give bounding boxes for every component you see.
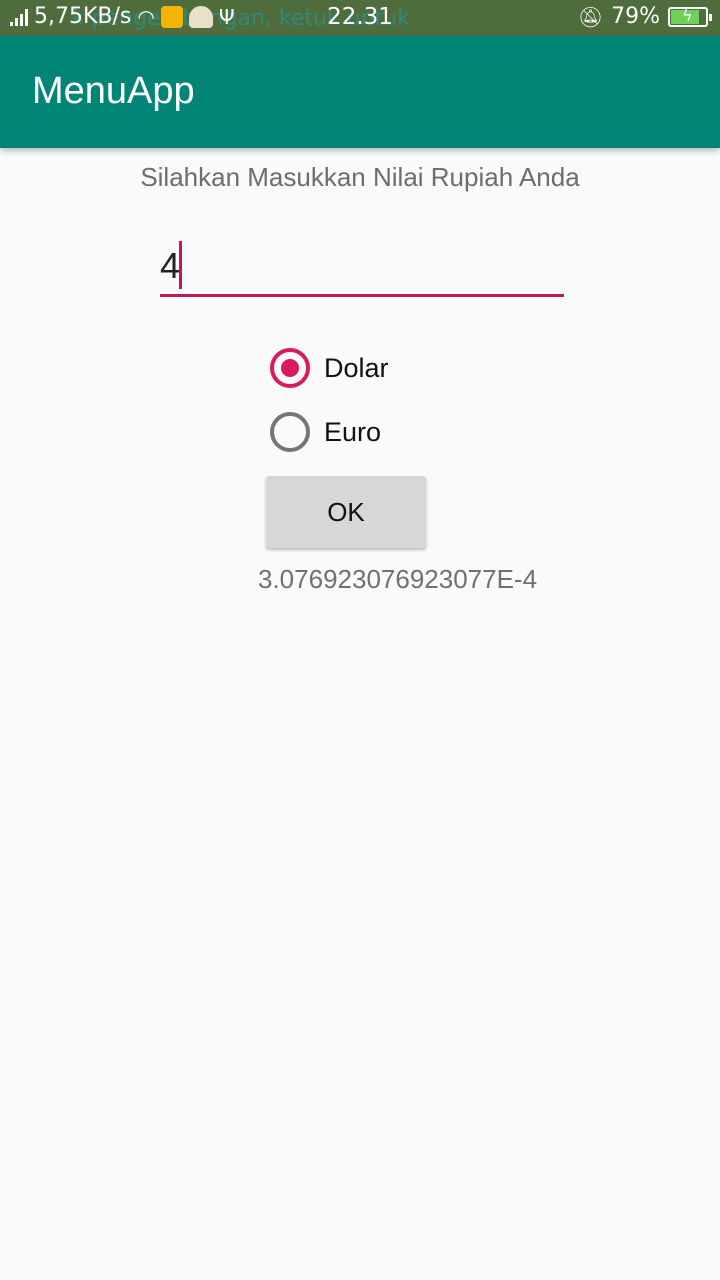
status-right: 🔕︎ 79% ϟ — [577, 4, 712, 29]
ok-button[interactable]: OK — [266, 476, 426, 548]
radio-unchecked-icon[interactable] — [270, 412, 310, 452]
battery-icon: ϟ — [668, 6, 712, 27]
radio-euro[interactable]: Euro — [270, 412, 381, 452]
app-bar: MenuApp — [0, 36, 720, 148]
result-text: 3.076923076923077E-4 — [258, 564, 538, 594]
mute-icon: 🔕︎ — [577, 4, 604, 29]
text-cursor — [179, 241, 182, 289]
radio-dolar[interactable]: Dolar — [270, 348, 389, 388]
status-bar: k pengembangan, ketuk untuk 5,75KB/s ◠ Ψ… — [0, 0, 720, 36]
radio-euro-label[interactable]: Euro — [324, 417, 381, 448]
rupiah-input[interactable] — [160, 238, 564, 294]
prompt-label: Silahkan Masukkan Nilai Rupiah Anda — [140, 162, 580, 192]
radio-dolar-label[interactable]: Dolar — [324, 353, 389, 384]
radio-checked-icon[interactable] — [270, 348, 310, 388]
rupiah-input-container[interactable] — [160, 238, 564, 298]
app-title: MenuApp — [32, 70, 195, 112]
battery-percent: 79% — [611, 4, 660, 29]
input-underline — [160, 294, 564, 297]
